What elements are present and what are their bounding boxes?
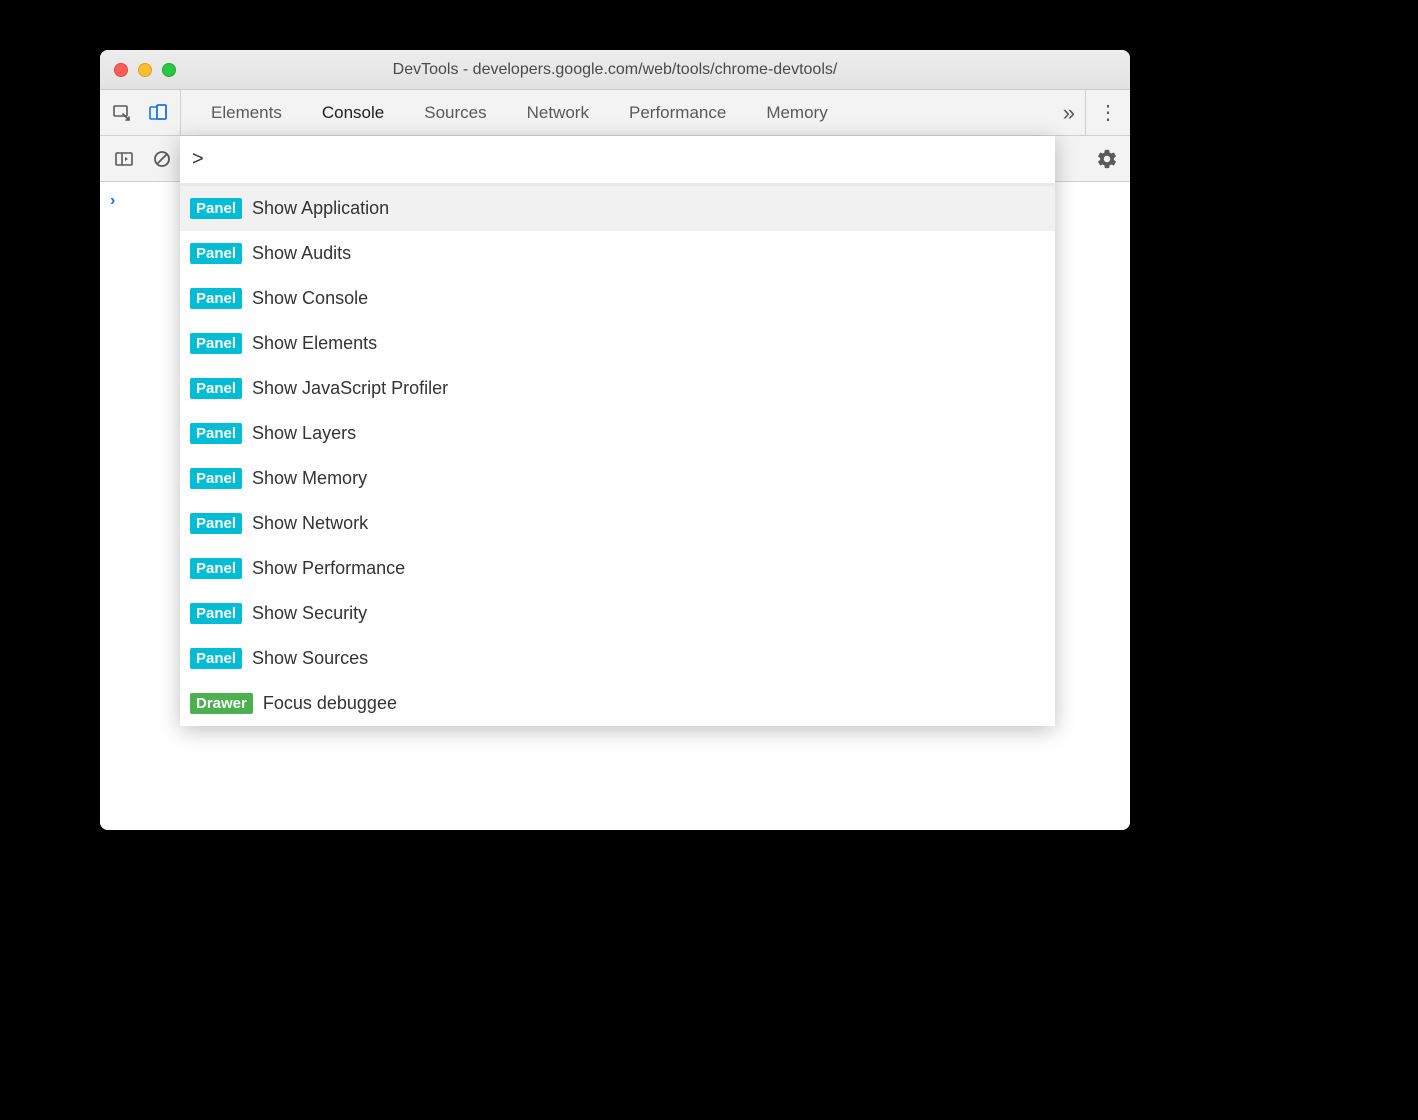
tab-network[interactable]: Network <box>507 90 609 135</box>
command-palette-item[interactable]: Panel Show Performance <box>180 546 1055 591</box>
command-palette-input-row: > <box>180 136 1055 186</box>
overflow-tabs-button[interactable]: » <box>1053 100 1085 126</box>
panel-badge: Panel <box>190 378 242 399</box>
tab-elements[interactable]: Elements <box>191 90 302 135</box>
command-palette-item[interactable]: Panel Show Memory <box>180 456 1055 501</box>
console-toolbar: > PanelShow ApplicationPanelShow AuditsP… <box>100 136 1130 182</box>
toggle-sidebar-icon[interactable] <box>110 145 138 173</box>
console-toolbar-left <box>100 145 176 173</box>
tab-label: Performance <box>629 103 726 123</box>
tab-sources[interactable]: Sources <box>404 90 506 135</box>
command-palette-item[interactable]: Panel Show Sources <box>180 636 1055 681</box>
command-palette-item-label: Show Performance <box>252 558 405 579</box>
tab-label: Console <box>322 103 384 123</box>
command-palette-prefix: > <box>192 148 204 171</box>
command-palette-item[interactable]: Panel Show Audits <box>180 231 1055 276</box>
toolbar-left <box>100 90 181 135</box>
command-palette-item-label: Show Security <box>252 603 367 624</box>
command-palette-item[interactable]: Panel Show Console <box>180 276 1055 321</box>
drawer-badge: Drawer <box>190 693 253 714</box>
command-palette-item[interactable]: Panel Show Application <box>180 186 1055 231</box>
command-palette-item-label: Show Audits <box>252 243 351 264</box>
clear-console-icon[interactable] <box>148 145 176 173</box>
panel-badge: Panel <box>190 648 242 669</box>
command-palette-item[interactable]: Panel Show Elements <box>180 321 1055 366</box>
command-palette-item[interactable]: Drawer Focus debuggee <box>180 681 1055 726</box>
command-palette-item-label: Show Network <box>252 513 368 534</box>
more-menu-button[interactable]: ⋮ <box>1094 99 1122 127</box>
panel-badge: Panel <box>190 558 242 579</box>
command-palette-item-label: Focus debuggee <box>263 693 397 714</box>
tab-label: Network <box>527 103 589 123</box>
tab-console[interactable]: Console <box>302 90 404 135</box>
tab-label: Memory <box>766 103 827 123</box>
tab-label: Sources <box>424 103 486 123</box>
panel-badge: Panel <box>190 198 242 219</box>
command-palette-item[interactable]: Panel Show Security <box>180 591 1055 636</box>
command-palette-list: PanelShow ApplicationPanelShow AuditsPan… <box>180 186 1055 726</box>
panel-badge: Panel <box>190 423 242 444</box>
inspect-element-icon[interactable] <box>108 99 136 127</box>
command-palette-input[interactable] <box>210 149 1043 170</box>
tab-performance[interactable]: Performance <box>609 90 746 135</box>
devtools-window: DevTools - developers.google.com/web/too… <box>100 50 1130 830</box>
command-palette-item-label: Show Application <box>252 198 389 219</box>
console-prompt-icon[interactable]: › <box>110 192 115 210</box>
tab-label: Elements <box>211 103 282 123</box>
command-palette-item-label: Show Memory <box>252 468 367 489</box>
titlebar: DevTools - developers.google.com/web/too… <box>100 50 1130 90</box>
command-palette-item-label: Show Sources <box>252 648 368 669</box>
command-palette-item[interactable]: Panel Show Network <box>180 501 1055 546</box>
panel-badge: Panel <box>190 603 242 624</box>
window-title: DevTools - developers.google.com/web/too… <box>100 61 1130 79</box>
toolbar-right: ⋮ <box>1085 90 1130 135</box>
device-toggle-icon[interactable] <box>144 99 172 127</box>
console-settings-icon[interactable] <box>1096 148 1118 170</box>
command-palette-item[interactable]: Panel Show JavaScript Profiler <box>180 366 1055 411</box>
panel-badge: Panel <box>190 288 242 309</box>
panel-badge: Panel <box>190 468 242 489</box>
more-dots-icon: ⋮ <box>1098 103 1118 123</box>
command-palette-item-label: Show Elements <box>252 333 377 354</box>
command-palette-item-label: Show Layers <box>252 423 356 444</box>
command-palette-item[interactable]: Panel Show Layers <box>180 411 1055 456</box>
main-toolbar: Elements Console Sources Network Performance… <box>100 90 1130 136</box>
panel-tabs: Elements Console Sources Network Performance… <box>181 90 1053 135</box>
command-palette-item-label: Show Console <box>252 288 368 309</box>
panel-badge: Panel <box>190 243 242 264</box>
tab-memory[interactable]: Memory <box>746 90 847 135</box>
command-palette: > PanelShow ApplicationPanelShow AuditsP… <box>180 136 1055 726</box>
window-controls <box>100 63 176 77</box>
maximize-window-button[interactable] <box>162 63 176 77</box>
command-palette-item-label: Show JavaScript Profiler <box>252 378 448 399</box>
panel-badge: Panel <box>190 333 242 354</box>
panel-badge: Panel <box>190 513 242 534</box>
minimize-window-button[interactable] <box>138 63 152 77</box>
close-window-button[interactable] <box>114 63 128 77</box>
